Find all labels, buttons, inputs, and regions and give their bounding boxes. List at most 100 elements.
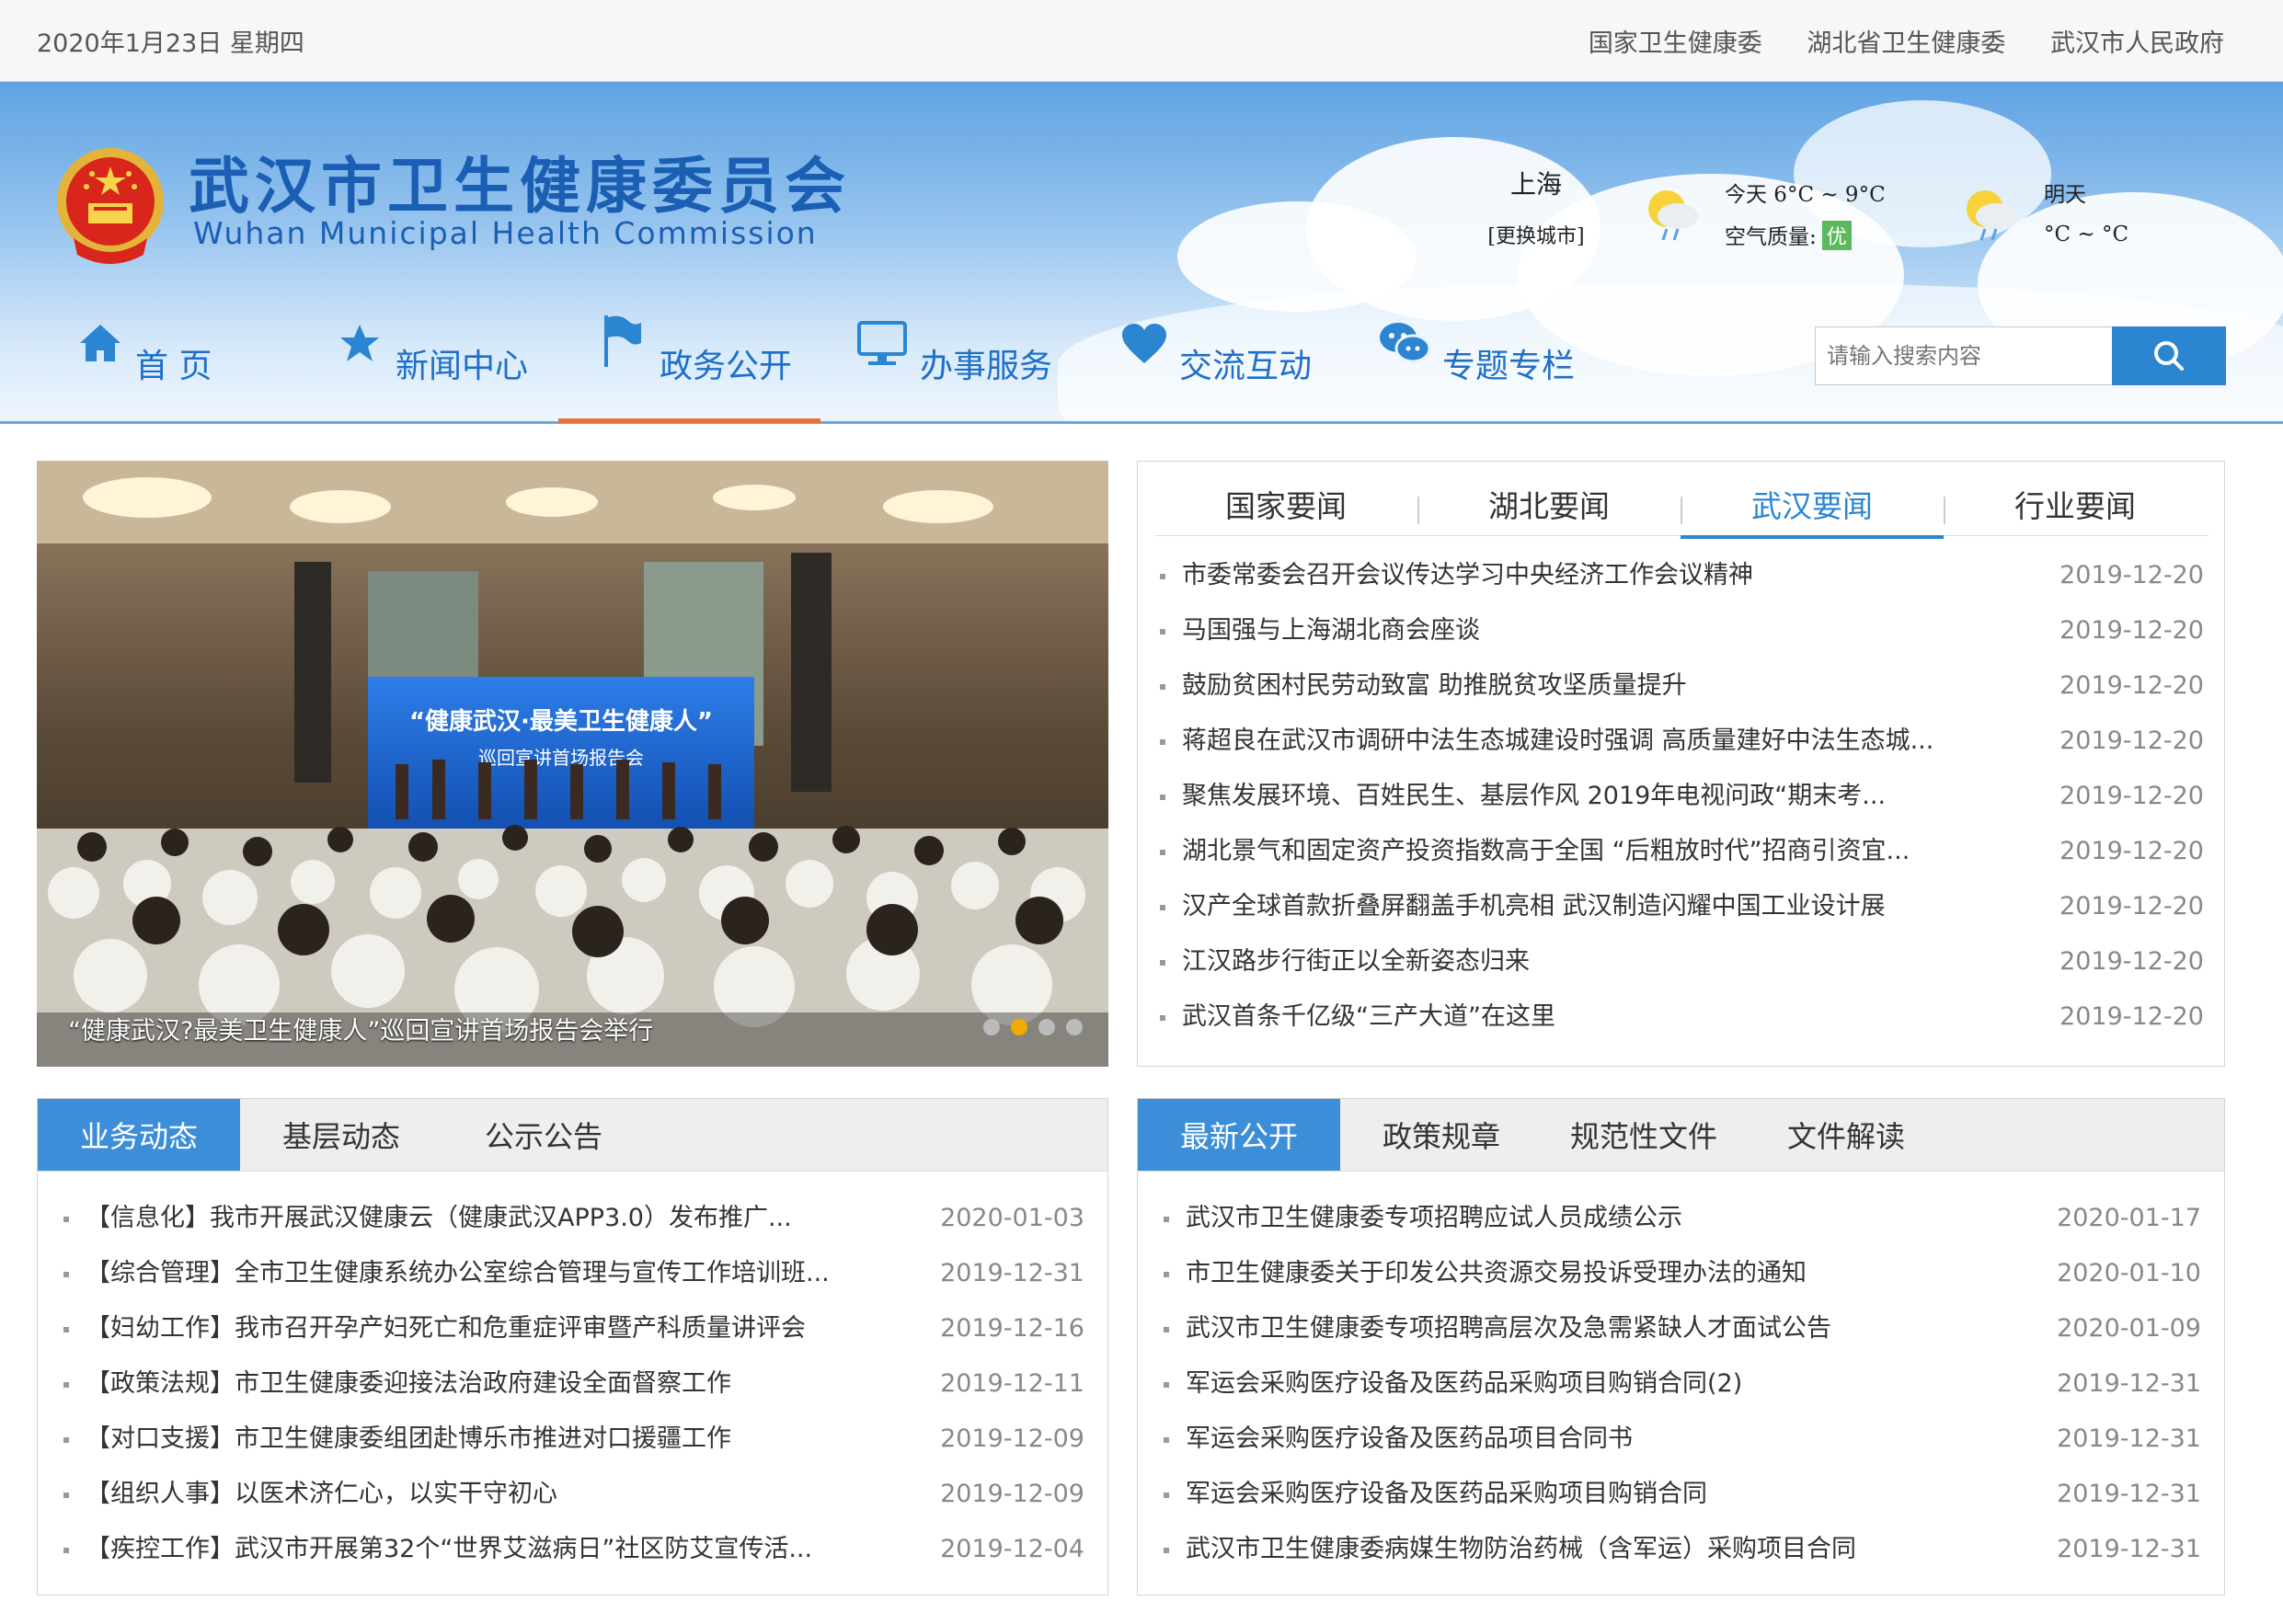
bullet-icon (1160, 739, 1165, 745)
list-item[interactable]: 【对口支援】市卫生健康委组团赴博乐市推进对口援疆工作 2019-12-09 (63, 1412, 1084, 1467)
item-title: 【对口支援】市卫生健康委组团赴博乐市推进对口援疆工作 (86, 1424, 731, 1453)
nav-news-center-label: 新闻中心 (396, 348, 529, 385)
item-title: 【疾控工作】武汉市开展第32个“世界艾滋病日”社区防艾宣传活... (86, 1535, 813, 1563)
news-item[interactable]: 鼓励贫困村民劳动致富 助推脱贫攻坚质量提升 2019-12-20 (1160, 658, 2204, 714)
air-quality: 空气质量: 优 (1725, 219, 1886, 261)
item-date: 2020-01-17 (2057, 1204, 2201, 1232)
disclosure-list: 武汉市卫生健康委专项招聘应试人员成绩公示 2020-01-17 市卫生健康委关于印… (1164, 1191, 2201, 1577)
item-title: 【组织人事】以医术济仁心，以实干守初心 (86, 1480, 557, 1508)
list-item[interactable]: 市卫生健康委关于印发公共资源交易投诉受理办法的通知 2020-01-10 (1164, 1246, 2201, 1301)
nav-special-topics[interactable]: 专题专栏 (1378, 323, 1599, 421)
tab-public-notices[interactable]: 公示公告 (442, 1099, 645, 1171)
carousel-dot-3[interactable] (1038, 1019, 1055, 1035)
bullet-icon (1164, 1327, 1169, 1332)
nav-interaction[interactable]: 交流互动 (1120, 324, 1341, 421)
item-title: 军运会采购医疗设备及医药品采购项目购销合同(2) (1186, 1369, 1743, 1398)
nav-interaction-label: 交流互动 (1179, 348, 1313, 385)
tomorrow-temperature: °C ~ °C (2044, 223, 2129, 246)
item-date: 2019-12-31 (2057, 1480, 2201, 1508)
bullet-icon (1160, 905, 1165, 910)
item-date: 2019-12-16 (940, 1314, 1084, 1343)
news-title: 马国强与上海湖北商会座谈 (1182, 616, 1480, 645)
list-item[interactable]: 武汉市卫生健康委专项招聘高层次及急需紧缺人才面试公告 2020-01-09 (1164, 1301, 2201, 1356)
main-nav: 首 页 新闻中心 政务公开 办事服务 交流互动 专题专栏 (0, 315, 1803, 421)
tab-national-news[interactable]: 国家要闻 (1154, 478, 1417, 535)
site-title-cn: 武汉市卫生健康委员会 (189, 151, 851, 222)
nav-services[interactable]: 办事服务 (857, 321, 1078, 421)
tab-latest-disclosure[interactable]: 最新公开 (1138, 1099, 1340, 1171)
news-date: 2019-12-20 (2059, 1002, 2204, 1031)
list-item[interactable]: 【信息化】我市开展武汉健康云（健康武汉APP3.0）发布推广... 2020-01… (63, 1191, 1084, 1246)
link-wuhan-government[interactable]: 武汉市人民政府 (2050, 29, 2224, 58)
nav-government-affairs[interactable]: 政务公开 (602, 315, 814, 421)
list-item[interactable]: 【疾控工作】武汉市开展第32个“世界艾滋病日”社区防艾宣传活... 2019-12… (63, 1522, 1084, 1577)
list-item[interactable]: 军运会采购医疗设备及医药品项目合同书 2019-12-31 (1164, 1412, 2201, 1467)
hero-carousel[interactable]: “健康武汉·最美卫生健康人” 巡回宣讲首场报告会 “健康武汉?最美卫生健康人”巡… (37, 461, 1108, 1067)
home-icon (80, 325, 120, 361)
change-city-link[interactable]: [更换城市] (1472, 220, 1600, 249)
news-item[interactable]: 蒋超良在武汉市调研中法生态城建设时强调 高质量建好中法生态城... 2019-12… (1160, 714, 2204, 769)
news-item[interactable]: 汉产全球首款折叠屏翻盖手机亮相 武汉制造闪耀中国工业设计展 2019-12-20 (1160, 879, 2204, 934)
item-title: 市卫生健康委关于印发公共资源交易投诉受理办法的通知 (1186, 1259, 1807, 1287)
news-item[interactable]: 聚焦发展环境、百姓民生、基层作风 2019年电视问政“期末考... 2019-12… (1160, 769, 2204, 824)
bullet-icon (63, 1548, 69, 1553)
tab-industry-news[interactable]: 行业要闻 (1944, 478, 2207, 535)
bullet-icon (63, 1437, 69, 1443)
item-date: 2020-01-03 (940, 1204, 1084, 1232)
list-item[interactable]: 武汉市卫生健康委病媒生物防治药械（含军运）采购项目合同 2019-12-31 (1164, 1522, 2201, 1577)
carousel-dot-1[interactable] (983, 1019, 1000, 1035)
item-date: 2019-12-31 (2057, 1369, 2201, 1398)
nav-special-topics-label: 专题专栏 (1442, 348, 1576, 385)
news-title: 市委常委会召开会议传达学习中央经济工作会议精神 (1182, 561, 1753, 589)
carousel-dots (972, 1019, 1083, 1039)
list-item[interactable]: 武汉市卫生健康委专项招聘应试人员成绩公示 2020-01-17 (1164, 1191, 2201, 1246)
list-item[interactable]: 【综合管理】全市卫生健康系统办公室综合管理与宣传工作培训班... 2019-12-… (63, 1246, 1084, 1301)
list-item[interactable]: 【组织人事】以医术济仁心，以实干守初心 2019-12-09 (63, 1467, 1084, 1522)
news-date: 2019-12-20 (2059, 947, 2204, 976)
top-utility-bar: 2020年1月23日 星期四 国家卫生健康委 湖北省卫生健康委 武汉市人民政府 (0, 0, 2283, 82)
tab-policy-rules[interactable]: 政策规章 (1340, 1099, 1543, 1171)
tab-business-updates[interactable]: 业务动态 (38, 1099, 240, 1171)
banner-text-line1: “健康武汉·最美卫生健康人” (409, 707, 713, 736)
item-date: 2019-12-09 (940, 1424, 1084, 1453)
bullet-icon (63, 1327, 69, 1332)
bullet-icon (1160, 1015, 1165, 1021)
tab-document-interpretation[interactable]: 文件解读 (1745, 1099, 1947, 1171)
search-button[interactable] (2112, 326, 2226, 385)
link-hubei-health-commission[interactable]: 湖北省卫生健康委 (1807, 29, 2005, 58)
event-photo: “健康武汉·最美卫生健康人” 巡回宣讲首场报告会 (37, 461, 1108, 1067)
list-item[interactable]: 【政策法规】市卫生健康委迎接法治政府建设全面督察工作 2019-12-11 (63, 1356, 1084, 1412)
business-tabs: 业务动态 基层动态 公示公告 (38, 1099, 1107, 1172)
news-item[interactable]: 江汉路步行街正以全新姿态归来 2019-12-20 (1160, 934, 2204, 989)
carousel-dot-2[interactable] (1011, 1019, 1027, 1035)
search-input[interactable] (1816, 327, 2132, 384)
news-item[interactable]: 湖北景气和固定资产投资指数高于全国 “后粗放时代”招商引资宜... 2019-12… (1160, 824, 2204, 879)
list-item[interactable]: 军运会采购医疗设备及医药品采购项目购销合同 2019-12-31 (1164, 1467, 2201, 1522)
news-item[interactable]: 马国强与上海湖北商会座谈 2019-12-20 (1160, 603, 2204, 658)
nav-news-center[interactable]: 新闻中心 (338, 325, 550, 421)
nav-home[interactable]: 首 页 (78, 325, 244, 421)
carousel-dot-4[interactable] (1066, 1019, 1083, 1035)
tab-grassroots-updates[interactable]: 基层动态 (240, 1099, 442, 1171)
heart-icon (1122, 324, 1166, 363)
tab-wuhan-news[interactable]: 武汉要闻 (1681, 478, 1944, 539)
weather-city-block: 上海 [更换城市] (1472, 165, 1600, 249)
hero-caption[interactable]: “健康武汉?最美卫生健康人”巡回宣讲首场报告会举行 (68, 1011, 653, 1046)
item-date: 2020-01-10 (2057, 1259, 2201, 1287)
tab-normative-documents[interactable]: 规范性文件 (1543, 1099, 1745, 1171)
bullet-icon (1164, 1492, 1169, 1498)
national-emblem-logo[interactable] (55, 146, 166, 268)
item-date: 2019-12-04 (940, 1535, 1084, 1563)
list-item[interactable]: 军运会采购医疗设备及医药品采购项目购销合同(2) 2019-12-31 (1164, 1356, 2201, 1412)
bullet-icon (1160, 960, 1165, 966)
item-title: 武汉市卫生健康委病媒生物防治药械（含军运）采购项目合同 (1186, 1535, 1856, 1563)
tab-hubei-news[interactable]: 湖北要闻 (1417, 478, 1681, 535)
link-national-health-commission[interactable]: 国家卫生健康委 (1589, 29, 1762, 58)
news-item[interactable]: 市委常委会召开会议传达学习中央经济工作会议精神 2019-12-20 (1160, 548, 2204, 603)
news-item[interactable]: 武汉首条千亿级“三产大道”在这里 2019-12-20 (1160, 989, 2204, 1045)
news-tabs: 国家要闻 湖北要闻 武汉要闻 行业要闻 (1154, 478, 2208, 539)
weather-today: 今天 6°C ~ 9°C 空气质量: 优 (1725, 177, 1886, 261)
list-item[interactable]: 【妇幼工作】我市召开孕产妇死亡和危重症评审暨产科质量讲评会 2019-12-16 (63, 1301, 1084, 1356)
item-title: 【综合管理】全市卫生健康系统办公室综合管理与宣传工作培训班... (86, 1259, 830, 1287)
weather-city: 上海 (1509, 169, 1562, 200)
